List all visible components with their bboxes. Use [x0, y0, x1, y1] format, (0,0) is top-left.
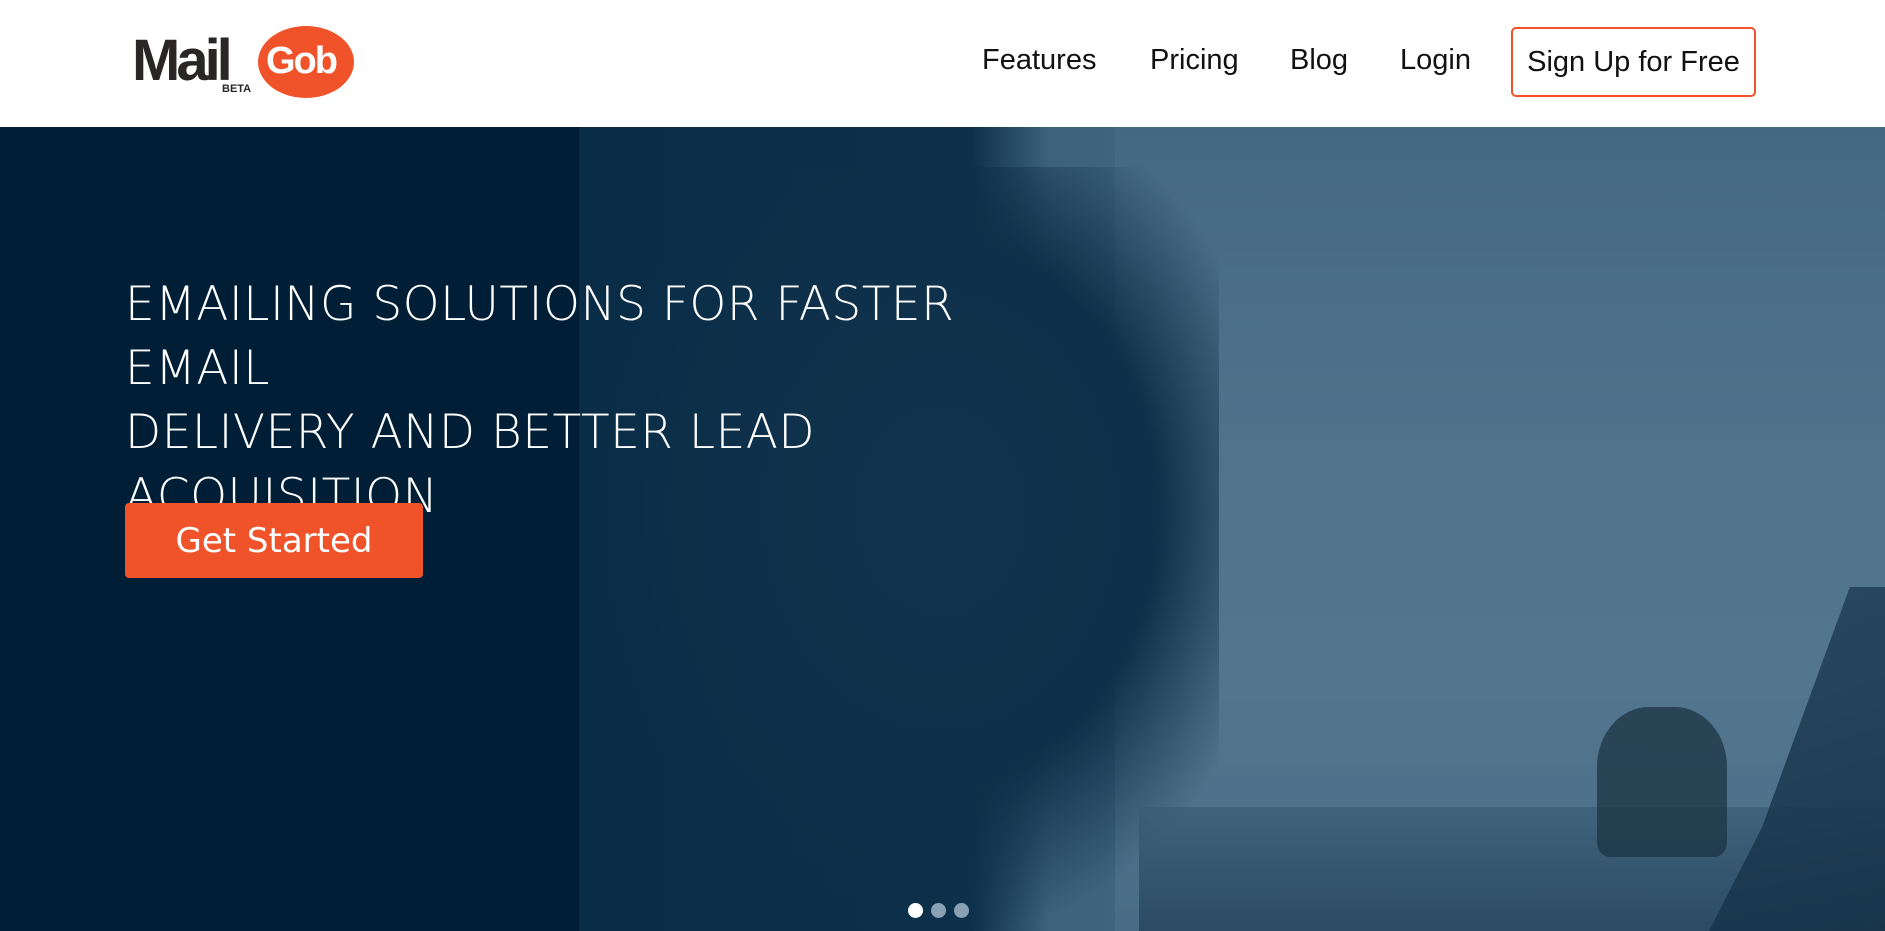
page: Mail Gob BETA Features Pricing Blog Logi…	[0, 0, 1885, 931]
site-header: Mail Gob BETA Features Pricing Blog Logi…	[0, 0, 1885, 127]
carousel-dot-1[interactable]	[908, 903, 923, 918]
carousel-dot-2[interactable]	[931, 903, 946, 918]
carousel-indicators	[908, 903, 969, 919]
logo-beta-text: BETA	[222, 83, 252, 95]
mailgob-logo[interactable]: Mail Gob BETA	[132, 26, 354, 100]
carousel-dot-3[interactable]	[954, 903, 969, 918]
nav-pricing-link[interactable]: Pricing	[1150, 46, 1239, 75]
hero-headline: EMAILING SOLUTIONS FOR FASTER EMAIL DELI…	[125, 273, 1105, 529]
nav-login-link[interactable]: Login	[1400, 46, 1471, 75]
hero-headline-line1: EMAILING SOLUTIONS FOR FASTER EMAIL	[125, 277, 955, 396]
logo-gob-text: Gob	[266, 40, 338, 82]
logo-mail-text: Mail	[132, 28, 233, 93]
get-started-button[interactable]: Get Started	[125, 503, 423, 578]
nav-blog-link[interactable]: Blog	[1290, 46, 1348, 75]
hero-section: EMAILING SOLUTIONS FOR FASTER EMAIL DELI…	[0, 127, 1885, 931]
signup-button[interactable]: Sign Up for Free	[1511, 27, 1756, 97]
nav-features-link[interactable]: Features	[982, 46, 1096, 75]
